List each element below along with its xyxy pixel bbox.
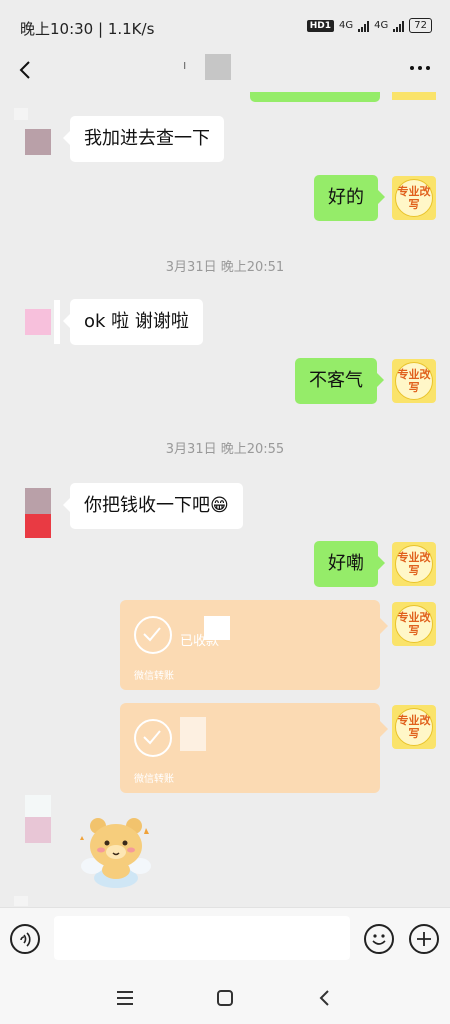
emoji-icon[interactable] [364, 924, 394, 954]
chevron-left-icon[interactable] [14, 58, 38, 82]
chat-header: ı [0, 52, 450, 92]
my-avatar[interactable]: 专业改写 [392, 602, 436, 646]
avatar-lower [25, 817, 51, 843]
home-icon[interactable] [213, 986, 237, 1010]
message-bubble-left[interactable]: 我加进去查一下 [63, 116, 224, 162]
my-avatar[interactable]: 专业改写 [392, 176, 436, 220]
avatar[interactable] [25, 795, 51, 817]
my-avatar[interactable]: 专业改写 [392, 542, 436, 586]
transfer-label: 微信转账 [134, 671, 174, 682]
avatar[interactable] [25, 129, 51, 155]
network-label-1: 4G [339, 20, 354, 31]
title-mark: ı [183, 58, 187, 72]
nav-bar [0, 972, 450, 1024]
nav-back-icon[interactable] [313, 986, 337, 1010]
my-avatar-text: 专业改写 [395, 708, 433, 746]
message-bubble-right[interactable]: 好的 [314, 175, 385, 221]
battery-icon: 72 [409, 18, 432, 33]
transfer-card[interactable]: 已收款 微信转账 [120, 600, 388, 690]
message-bubble-left[interactable]: ok 啦 谢谢啦 [63, 299, 203, 345]
my-avatar-text: 专业改写 [395, 179, 433, 217]
avatar[interactable] [25, 488, 51, 514]
timestamp: 3月31日 晚上20:51 [165, 260, 285, 275]
partial-avatar [392, 92, 436, 100]
input-bar [0, 907, 450, 972]
partial-bubble [250, 92, 380, 102]
message-bubble-left[interactable]: 你把钱收一下吧😁 [63, 483, 243, 529]
avatar-edge [54, 300, 60, 344]
voice-icon[interactable] [10, 924, 40, 954]
redaction-block [180, 717, 206, 751]
menu-icon[interactable] [113, 986, 137, 1010]
chat-title-redacted [205, 54, 231, 80]
status-bar: 晚上10:30 | 1.1K/s HD1 4G 4G 72 [0, 0, 450, 52]
my-avatar-text: 专业改写 [395, 362, 433, 400]
avatar-fragment [14, 108, 28, 120]
my-avatar[interactable]: 专业改写 [392, 359, 436, 403]
message-bubble-right[interactable]: 好嘞 [314, 541, 385, 587]
my-avatar-text: 专业改写 [395, 545, 433, 583]
message-bubble-right[interactable]: 不客气 [295, 358, 384, 404]
more-icon[interactable] [408, 56, 432, 86]
avatar[interactable] [25, 309, 51, 335]
plus-icon[interactable] [409, 924, 439, 954]
transfer-card[interactable]: 微信转账 [120, 703, 388, 793]
signal-icon-2 [393, 20, 405, 32]
timestamp: 3月31日 晚上20:55 [165, 442, 285, 457]
hd-badge: HD1 [306, 19, 335, 32]
avatar-lower [25, 514, 51, 538]
status-icons: HD1 4G 4G 72 [306, 18, 432, 33]
bear-sticker[interactable] [72, 812, 158, 892]
my-avatar-text: 专业改写 [395, 605, 433, 643]
my-avatar[interactable]: 专业改写 [392, 705, 436, 749]
signal-icon [358, 20, 370, 32]
check-circle-icon [134, 616, 172, 654]
redaction-block [204, 616, 230, 640]
check-circle-icon [134, 719, 172, 757]
message-input[interactable] [54, 916, 350, 960]
status-time: 晚上10:30 | 1.1K/s [20, 20, 155, 38]
transfer-label: 微信转账 [134, 774, 174, 785]
avatar-fragment [14, 896, 28, 906]
network-label-2: 4G [374, 20, 389, 31]
